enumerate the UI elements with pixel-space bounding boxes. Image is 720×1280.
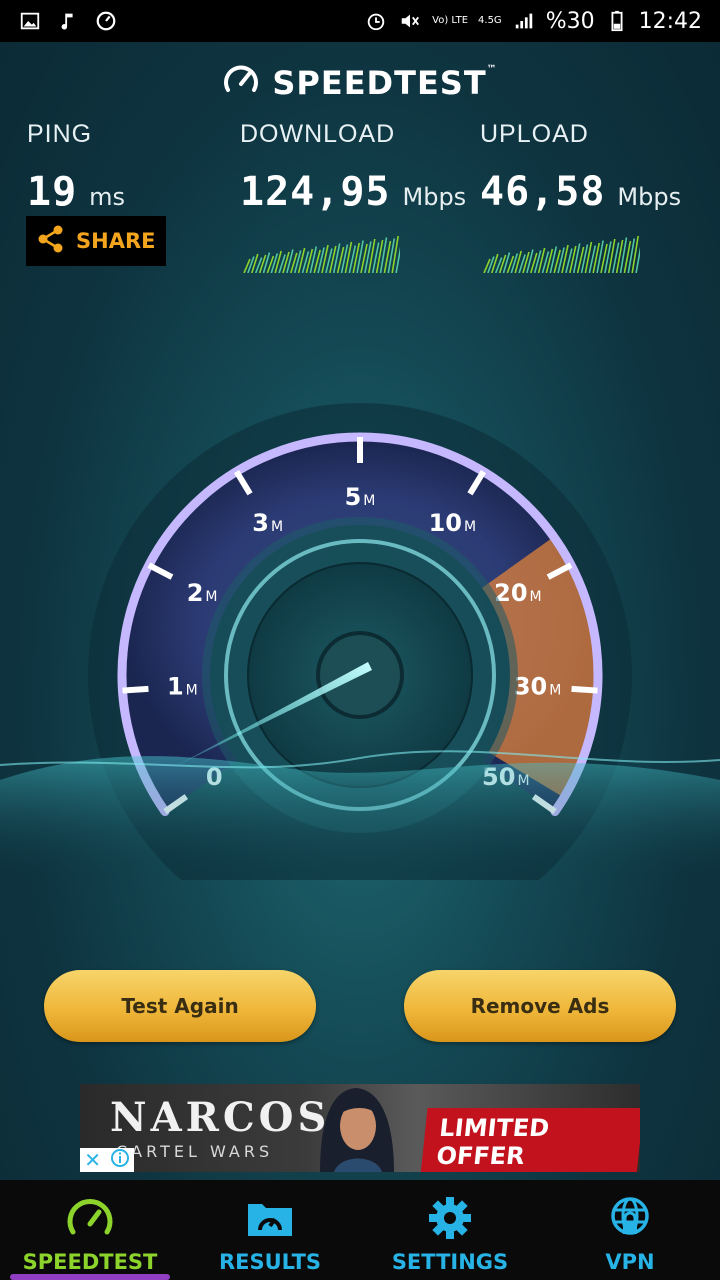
ad-banner[interactable]: NARCOS CARTEL WARS LIMITED OFFER bbox=[80, 1084, 640, 1172]
gauge-tick bbox=[122, 685, 149, 694]
battery-icon bbox=[605, 9, 629, 33]
active-tab-indicator bbox=[10, 1274, 170, 1280]
battery-percent: %30 bbox=[545, 8, 595, 34]
mute-icon bbox=[398, 9, 422, 33]
remove-ads-button[interactable]: Remove Ads bbox=[404, 970, 676, 1042]
upload-metric: UPLOAD 46,58 Mbps bbox=[480, 120, 681, 277]
speedtest-logo-icon bbox=[222, 62, 260, 104]
share-icon bbox=[36, 224, 66, 258]
test-again-button[interactable]: Test Again bbox=[44, 970, 316, 1042]
nav-item-settings[interactable]: SETTINGS bbox=[360, 1180, 540, 1280]
upload-unit: Mbps bbox=[617, 183, 682, 211]
nav-item-speedtest[interactable]: SPEEDTEST bbox=[0, 1180, 180, 1280]
ping-value: 19 bbox=[27, 169, 78, 215]
image-notification-icon bbox=[18, 9, 42, 33]
nav-label-speedtest: SPEEDTEST bbox=[22, 1250, 158, 1274]
speed-gauge: 01M2M3M5M10M20M30M50M bbox=[0, 403, 720, 880]
signal-icon bbox=[512, 9, 536, 33]
wave-decoration bbox=[0, 756, 720, 880]
ad-info-icon[interactable] bbox=[110, 1148, 130, 1172]
brand-name: SPEEDTEST™ bbox=[272, 64, 498, 102]
music-note-icon bbox=[56, 9, 80, 33]
ping-unit: ms bbox=[89, 183, 126, 211]
alarm-clock-icon bbox=[364, 9, 388, 33]
speedtest-status-icon bbox=[94, 9, 118, 33]
ad-subtitle: CARTEL WARS bbox=[116, 1142, 274, 1161]
upload-label: UPLOAD bbox=[480, 120, 589, 148]
download-unit: Mbps bbox=[402, 183, 467, 211]
bottom-navigation: SPEEDTEST RESULTS SETTINGS VPN bbox=[0, 1180, 720, 1280]
nav-item-results[interactable]: RESULTS bbox=[180, 1180, 360, 1280]
gauge-tick bbox=[571, 685, 598, 694]
upload-graph bbox=[483, 235, 643, 274]
ad-offer-badge: LIMITED OFFER bbox=[420, 1108, 640, 1172]
gauge-icon bbox=[67, 1199, 113, 1235]
share-button[interactable]: SHARE bbox=[26, 216, 166, 266]
ping-label: PING bbox=[27, 120, 93, 148]
upload-value: 46,58 bbox=[480, 169, 606, 215]
ad-title: NARCOS bbox=[110, 1094, 331, 1141]
download-graph bbox=[243, 235, 403, 274]
network-type: 4.5G bbox=[478, 15, 502, 26]
nav-item-vpn[interactable]: VPN bbox=[540, 1180, 720, 1280]
ping-metric: PING 19 ms bbox=[27, 120, 125, 215]
nav-label-settings: SETTINGS bbox=[391, 1250, 509, 1274]
download-label: DOWNLOAD bbox=[240, 120, 396, 148]
status-bar: Vo) LTE 4.5G %30 12:42 bbox=[0, 0, 720, 42]
globe-lock-icon bbox=[611, 1197, 649, 1235]
ad-character-image bbox=[320, 1088, 394, 1172]
nav-label-vpn: VPN bbox=[605, 1250, 655, 1274]
folder-gauge-icon bbox=[248, 1204, 292, 1236]
download-metric: DOWNLOAD 124,95 Mbps bbox=[240, 120, 466, 277]
volte-indicator: Vo) LTE bbox=[432, 15, 469, 26]
clock: 12:42 bbox=[638, 8, 702, 34]
ad-close-icon[interactable]: ✕ bbox=[84, 1150, 101, 1170]
gear-icon bbox=[429, 1197, 471, 1239]
nav-label-results: RESULTS bbox=[218, 1250, 322, 1274]
download-value: 124,95 bbox=[240, 169, 391, 215]
share-label: SHARE bbox=[76, 229, 156, 253]
ad-controls: ✕ bbox=[80, 1148, 134, 1172]
app-header: SPEEDTEST™ bbox=[0, 62, 720, 104]
